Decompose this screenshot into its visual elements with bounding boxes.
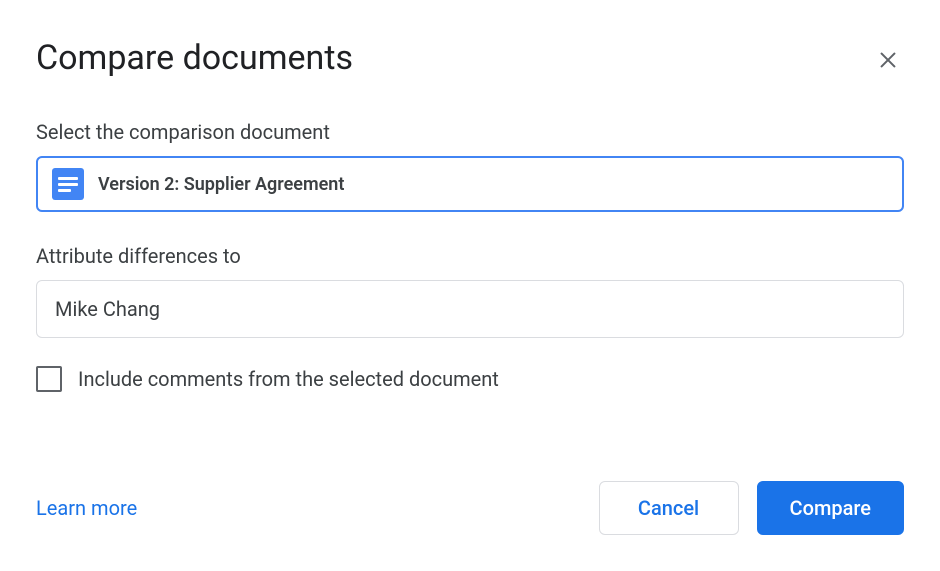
learn-more-link[interactable]: Learn more: [36, 496, 137, 520]
comparison-document-label: Select the comparison document: [36, 120, 904, 144]
comparison-document-selector[interactable]: Version 2: Supplier Agreement: [36, 156, 904, 212]
cancel-button[interactable]: Cancel: [599, 481, 739, 535]
close-icon: [877, 49, 899, 71]
attribute-differences-input[interactable]: [36, 280, 904, 338]
include-comments-row[interactable]: Include comments from the selected docum…: [36, 366, 904, 392]
compare-button[interactable]: Compare: [757, 481, 904, 535]
docs-file-icon: [52, 168, 84, 200]
compare-documents-dialog: Compare documents Select the comparison …: [0, 0, 940, 571]
attribute-differences-label: Attribute differences to: [36, 244, 904, 268]
dialog-title: Compare documents: [36, 38, 353, 78]
close-button[interactable]: [872, 44, 904, 76]
button-group: Cancel Compare: [599, 481, 904, 535]
dialog-header: Compare documents: [36, 38, 904, 78]
include-comments-checkbox[interactable]: [36, 366, 62, 392]
selected-document-name: Version 2: Supplier Agreement: [98, 174, 344, 195]
dialog-footer: Learn more Cancel Compare: [36, 461, 904, 535]
include-comments-label: Include comments from the selected docum…: [78, 367, 499, 391]
